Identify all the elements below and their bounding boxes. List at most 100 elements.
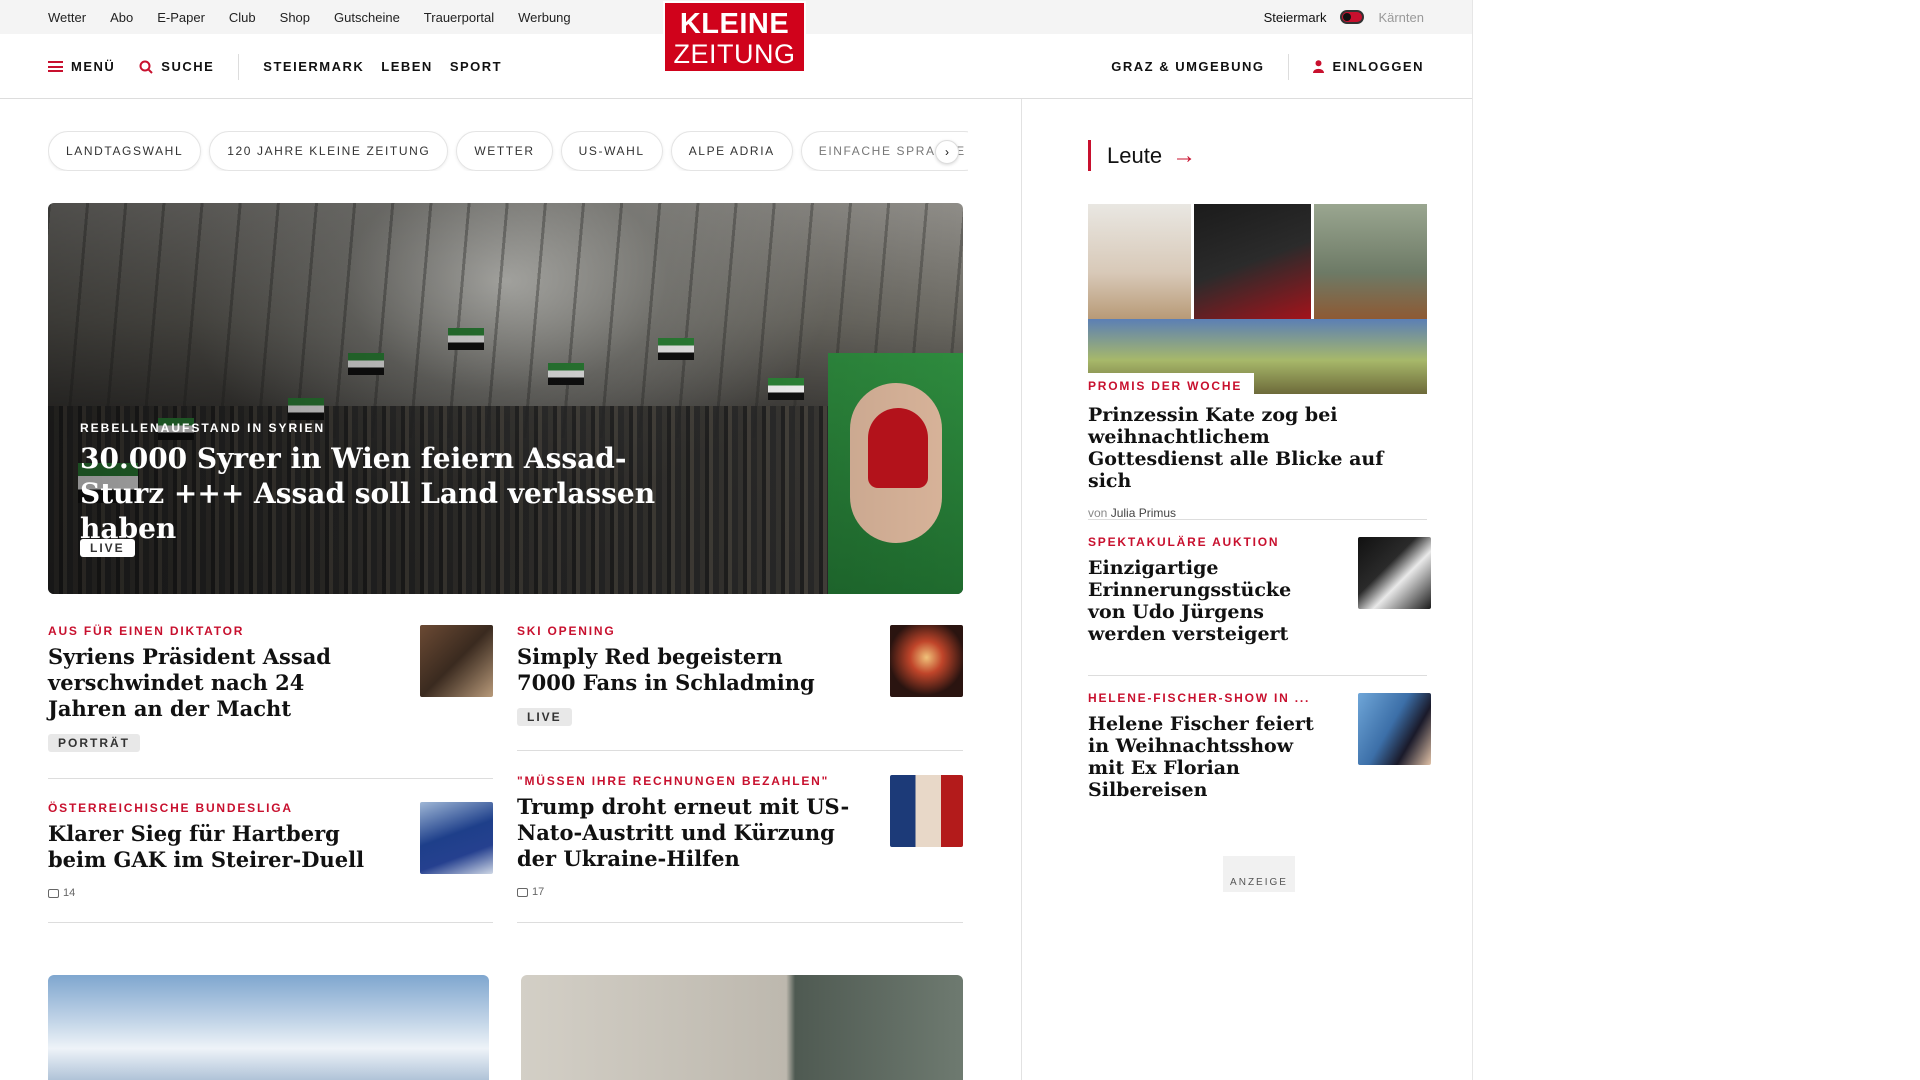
sidebar-article-udo[interactable]: SPEKTAKULÄRE AUKTION Einzigartige Erinne… bbox=[1088, 535, 1308, 645]
region-switch: Steiermark Kärnten bbox=[1264, 0, 1424, 34]
utility-link-shop[interactable]: Shop bbox=[280, 10, 310, 25]
sidebar-title: Einzigartige Erinnerungsstücke von Udo J… bbox=[1088, 557, 1292, 645]
live-badge: LIVE bbox=[80, 539, 135, 557]
comment-count[interactable]: 17 bbox=[517, 886, 857, 898]
teaser-simply-red[interactable]: SKI OPENING Simply Red begeistern 7000 F… bbox=[517, 624, 847, 726]
collage-photo-2 bbox=[1194, 204, 1311, 319]
teaser-hartberg[interactable]: ÖSTERREICHISCHE BUNDESLIGA Klarer Sieg f… bbox=[48, 801, 378, 899]
hero-teaser[interactable]: REBELLENAUFSTAND IN SYRIEN 30.000 Syrer … bbox=[48, 203, 963, 594]
sidebar-thumbnail[interactable] bbox=[1358, 537, 1431, 609]
login-label: EINLOGGEN bbox=[1332, 59, 1424, 74]
teaser-thumbnail[interactable] bbox=[890, 775, 963, 847]
collage-photo-3 bbox=[1314, 204, 1427, 319]
nav-sport[interactable]: SPORT bbox=[450, 59, 502, 74]
header-nav-left: MENÜ SUCHE STEIERMARK LEBEN SPORT bbox=[48, 34, 502, 99]
hamburger-icon bbox=[48, 61, 63, 72]
logo-line-2: ZEITUNG bbox=[673, 39, 796, 69]
utility-links: Wetter Abo E-Paper Club Shop Gutscheine … bbox=[48, 0, 571, 34]
header-nav-right: GRAZ & UMGEBUNG EINLOGGEN bbox=[1111, 34, 1424, 99]
collage-photo-1 bbox=[1088, 204, 1191, 319]
menu-label: MENÜ bbox=[71, 59, 116, 74]
comment-count-value: 14 bbox=[63, 887, 76, 899]
portrait-badge: PORTRÄT bbox=[48, 734, 140, 752]
utility-link-trauerportal[interactable]: Trauerportal bbox=[424, 10, 494, 25]
teaser-title: Simply Red begeistern 7000 Fans in Schla… bbox=[517, 644, 815, 695]
menu-button[interactable]: MENÜ bbox=[48, 59, 115, 74]
teaser-kicker: SKI OPENING bbox=[517, 624, 616, 638]
utility-link-club[interactable]: Club bbox=[229, 10, 256, 25]
teaser-kicker: AUS FÜR EINEN DIKTATOR bbox=[48, 624, 245, 638]
comment-icon bbox=[48, 888, 59, 898]
teaser-thumbnail[interactable] bbox=[890, 625, 963, 697]
utility-link-werbung[interactable]: Werbung bbox=[518, 10, 571, 25]
separator bbox=[1088, 675, 1427, 676]
utility-link-wetter[interactable]: Wetter bbox=[48, 10, 86, 25]
search-label: SUCHE bbox=[161, 59, 215, 74]
main-kicker-tag: PROMIS DER WOCHE bbox=[1088, 373, 1255, 397]
hero-image-hand bbox=[868, 408, 928, 488]
section-title: Leute bbox=[1107, 142, 1163, 168]
user-icon bbox=[1313, 60, 1325, 73]
section-leute-header[interactable]: Leute → bbox=[1088, 140, 1196, 171]
comment-count[interactable]: 14 bbox=[48, 887, 378, 899]
separator bbox=[1088, 519, 1427, 520]
teaser-trump[interactable]: "MÜSSEN IHRE RECHNUNGEN BEZAHLEN" Trump … bbox=[517, 774, 857, 898]
region-toggle[interactable] bbox=[1340, 10, 1365, 24]
pills-next-button[interactable]: › bbox=[935, 140, 959, 164]
pill-landtagswahl[interactable]: LANDTAGSWAHL bbox=[48, 131, 202, 171]
hero-kicker: REBELLENAUFSTAND IN SYRIEN bbox=[80, 421, 326, 435]
sidebar-kicker: SPEKTAKULÄRE AUKTION bbox=[1088, 535, 1280, 549]
separator bbox=[517, 922, 963, 923]
author-name[interactable]: Julia Primus bbox=[1111, 506, 1176, 520]
teaser-image-building[interactable] bbox=[521, 975, 963, 1080]
pill-us-wahl[interactable]: US-WAHL bbox=[560, 131, 663, 171]
separator bbox=[517, 750, 963, 751]
separator bbox=[48, 778, 493, 779]
sidebar-title: Helene Fischer feiert in Weihnachtsshow … bbox=[1088, 713, 1314, 801]
teaser-image-mountains[interactable] bbox=[48, 975, 489, 1080]
region-kaernten[interactable]: Kärnten bbox=[1378, 10, 1424, 25]
logo-line-1: KLEINE bbox=[679, 8, 790, 40]
nav-leben[interactable]: LEBEN bbox=[381, 59, 433, 74]
teaser-kicker: "MÜSSEN IHRE RECHNUNGEN BEZAHLEN" bbox=[517, 774, 830, 788]
sidebar-thumbnail[interactable] bbox=[1358, 693, 1431, 765]
teaser-title: Trump droht erneut mit US-Nato-Austritt … bbox=[517, 794, 850, 871]
pill-wetter[interactable]: WETTER bbox=[456, 131, 553, 171]
live-badge: LIVE bbox=[517, 708, 572, 726]
teaser-assad[interactable]: AUS FÜR EINEN DIKTATOR Syriens Präsident… bbox=[48, 624, 378, 752]
sidebar-article-helene[interactable]: HELENE-FISCHER-SHOW IN ... Helene Fische… bbox=[1088, 691, 1318, 801]
search-button[interactable]: SUCHE bbox=[139, 59, 214, 74]
location-link[interactable]: GRAZ & UMGEBUNG bbox=[1111, 59, 1264, 74]
header-divider bbox=[238, 53, 240, 80]
utility-link-abo[interactable]: Abo bbox=[110, 10, 133, 25]
sidebar-main-title: Prinzessin Kate zog bei weihnachtlichem … bbox=[1088, 404, 1384, 492]
pill-alpe-adria[interactable]: ALPE ADRIA bbox=[670, 131, 793, 171]
teaser-thumbnail[interactable] bbox=[420, 625, 493, 697]
separator bbox=[48, 922, 493, 923]
topic-pills: LANDTAGSWAHL 120 JAHRE KLEINE ZEITUNG WE… bbox=[48, 131, 968, 171]
nav-steiermark[interactable]: STEIERMARK bbox=[263, 59, 364, 74]
hero-title: 30.000 Syrer in Wien feiern Assad-Sturz … bbox=[80, 442, 656, 545]
search-icon bbox=[139, 60, 153, 74]
column-divider bbox=[1021, 99, 1022, 1080]
teaser-thumbnail[interactable] bbox=[420, 802, 493, 874]
teaser-title: Klarer Sieg für Hartberg beim GAK im Ste… bbox=[48, 821, 365, 872]
page-edge bbox=[1472, 0, 1473, 1080]
comment-count-value: 17 bbox=[532, 886, 545, 898]
sidebar-main-article[interactable]: Prinzessin Kate zog bei weihnachtlichem … bbox=[1088, 404, 1408, 520]
sidebar-kicker: HELENE-FISCHER-SHOW IN ... bbox=[1088, 691, 1311, 705]
chevron-right-icon: › bbox=[945, 145, 949, 159]
sidebar-main-kicker: PROMIS DER WOCHE bbox=[1088, 379, 1243, 393]
teaser-title: Syriens Präsident Assad verschwindet nac… bbox=[48, 644, 331, 721]
ad-label: ANZEIGE bbox=[1223, 856, 1295, 892]
header-divider-right bbox=[1288, 53, 1290, 80]
utility-link-gutscheine[interactable]: Gutscheine bbox=[334, 10, 400, 25]
utility-link-epaper[interactable]: E-Paper bbox=[157, 10, 205, 25]
byline: von Julia Primus bbox=[1088, 506, 1408, 520]
region-steiermark[interactable]: Steiermark bbox=[1264, 10, 1327, 25]
kleine-zeitung-logo[interactable]: KLEINE ZEITUNG bbox=[663, 1, 806, 73]
pill-120-jahre[interactable]: 120 JAHRE KLEINE ZEITUNG bbox=[209, 131, 449, 171]
leute-collage-image[interactable] bbox=[1088, 204, 1427, 394]
teaser-kicker: ÖSTERREICHISCHE BUNDESLIGA bbox=[48, 801, 293, 815]
login-button[interactable]: EINLOGGEN bbox=[1313, 59, 1424, 74]
